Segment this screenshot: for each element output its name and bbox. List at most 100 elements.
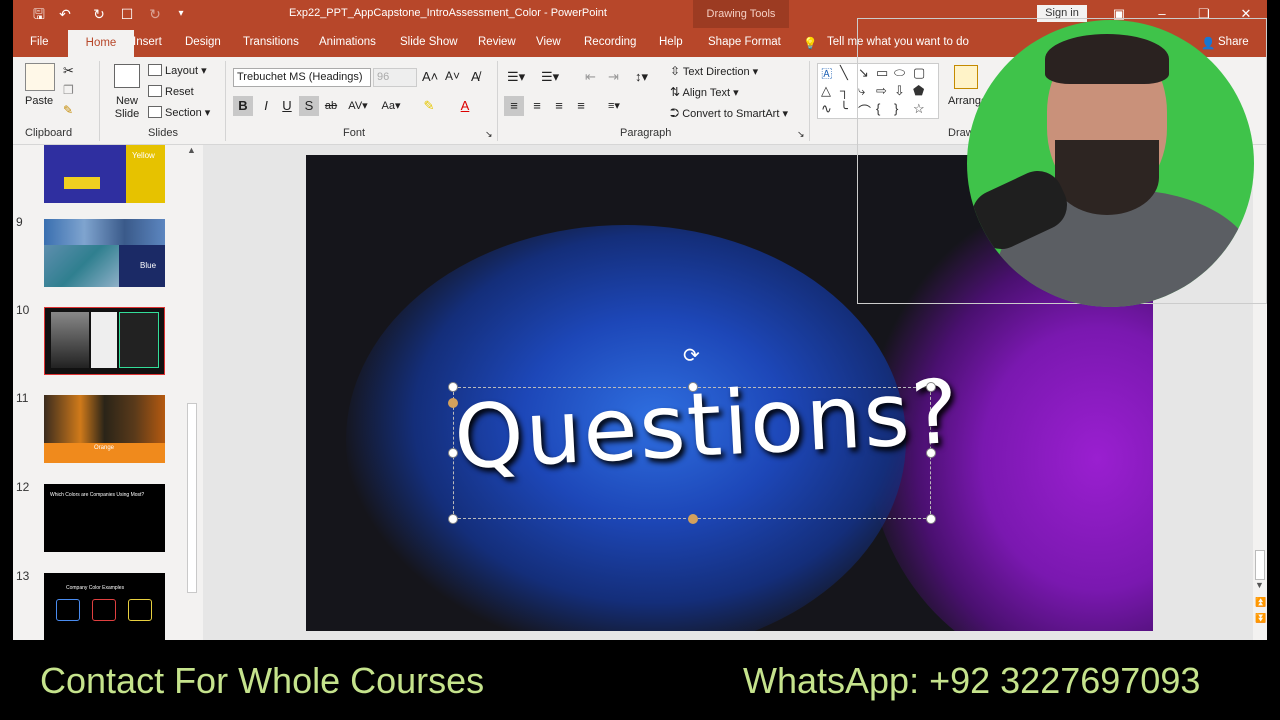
justify-icon[interactable]: ≡ (571, 96, 591, 116)
align-text-icon: ⇅ (670, 85, 681, 99)
paragraph-dialog-icon[interactable]: ↘ (797, 129, 805, 140)
align-text-label: Align Text (682, 87, 731, 99)
change-case-icon[interactable]: Aa▾ (377, 96, 405, 116)
layout-label: Layout (165, 65, 199, 77)
font-dialog-icon[interactable]: ↘ (485, 129, 493, 140)
thumb-label: Blue (140, 261, 157, 270)
clear-format-icon[interactable]: A̸ (471, 69, 480, 84)
adjust-handle[interactable] (688, 514, 698, 524)
resize-handle[interactable] (926, 514, 936, 524)
tab-shape-format[interactable]: Shape Format (708, 36, 781, 48)
resize-handle[interactable] (448, 448, 458, 458)
rotate-handle-icon[interactable]: ⟳ (683, 343, 700, 368)
divider (225, 61, 226, 141)
convert-smartart-button[interactable]: ⮊ Convert to SmartArt ▾ (670, 106, 788, 121)
thumb-box-yellow (128, 599, 152, 621)
paste-icon[interactable] (25, 63, 55, 91)
tab-help[interactable]: Help (659, 36, 683, 48)
save-icon[interactable]: 🖫 (29, 4, 49, 24)
cut-icon[interactable]: ✂ (63, 63, 74, 79)
char-spacing-icon[interactable]: AV▾ (345, 96, 371, 116)
slide-number: 13 (16, 569, 30, 583)
tab-animations[interactable]: Animations (319, 36, 376, 48)
slide-thumb-9[interactable]: Blue (44, 219, 165, 287)
text-direction-button[interactable]: ⇳ Text Direction ▾ (670, 64, 758, 78)
slides-group-label: Slides (148, 127, 178, 139)
next-slide-icon[interactable]: ⏬ (1255, 613, 1266, 624)
line-shape-icon[interactable]: ╲ (840, 65, 848, 81)
align-left-icon[interactable]: ≡ (504, 96, 524, 116)
redo-icon[interactable]: ↻ (89, 4, 109, 24)
tab-view[interactable]: View (536, 36, 561, 48)
resize-handle[interactable] (448, 514, 458, 524)
tab-file[interactable]: File (30, 36, 49, 48)
bold-icon[interactable]: B (233, 96, 253, 116)
tab-review[interactable]: Review (478, 36, 516, 48)
text-direction-icon: ⇳ (670, 64, 681, 78)
undo-icon[interactable]: ↶ (55, 4, 75, 24)
resize-handle[interactable] (926, 382, 936, 392)
copy-icon[interactable]: ❐ (63, 83, 74, 97)
font-size-box[interactable]: 96 (373, 68, 417, 87)
tab-home[interactable]: Home (68, 30, 134, 57)
connector-shape-icon[interactable]: ┐ (840, 83, 849, 98)
align-text-button[interactable]: ⇅ Align Text ▾ (670, 85, 739, 99)
font-color-icon[interactable]: A (455, 96, 475, 116)
thumb-label: Yellow (132, 151, 155, 160)
columns-icon[interactable]: ≡▾ (601, 96, 627, 116)
adjust-handle[interactable] (448, 398, 458, 408)
shadow-icon[interactable]: S (299, 96, 319, 116)
vertical-scroll-thumb[interactable] (1255, 550, 1265, 580)
divider (809, 61, 810, 141)
bent-connector-shape-icon[interactable]: ╰ (840, 101, 848, 117)
underline-icon[interactable]: U (277, 96, 297, 116)
section-button[interactable]: Section ▾ (148, 106, 210, 119)
slide-thumb-11[interactable]: Orange (44, 395, 165, 463)
smartart-icon: ⮊ (670, 106, 680, 120)
strikethrough-icon[interactable]: ab (321, 96, 341, 116)
drawing-tools-context: Drawing Tools (693, 0, 789, 28)
slide-thumb-8[interactable]: Yellow (44, 145, 165, 203)
slide-thumb-13[interactable]: Company Color Examples (44, 573, 165, 640)
font-name-box[interactable]: Trebuchet MS (Headings) (233, 68, 371, 87)
align-center-icon[interactable]: ≡ (527, 96, 547, 116)
reset-button[interactable]: Reset (148, 85, 194, 98)
textbox-shape-icon[interactable]: 🇦 (821, 65, 833, 81)
resize-handle[interactable] (688, 382, 698, 392)
scroll-up-icon[interactable]: ▲ (187, 145, 196, 155)
panel-scroll-thumb[interactable] (187, 403, 197, 593)
resize-handle[interactable] (926, 448, 936, 458)
format-painter-icon[interactable]: ✎ (63, 103, 73, 117)
tab-insert[interactable]: Insert (133, 36, 162, 48)
tab-design[interactable]: Design (185, 36, 221, 48)
triangle-shape-icon[interactable]: △ (821, 83, 831, 99)
customize-qat-icon[interactable]: ▾ (171, 4, 191, 24)
scroll-down-icon[interactable]: ▼ (1255, 580, 1264, 590)
slide-thumb-10[interactable] (44, 307, 165, 375)
new-slide-button[interactable]: New Slide (109, 95, 145, 121)
highlight-icon[interactable]: ✎ (419, 96, 439, 116)
presenter-hair (1045, 34, 1169, 84)
shrink-font-icon[interactable]: A˅ (445, 69, 460, 83)
tab-transitions[interactable]: Transitions (243, 36, 299, 48)
tab-recording[interactable]: Recording (584, 36, 636, 48)
tab-slide-show[interactable]: Slide Show (400, 36, 458, 48)
decrease-indent-icon[interactable]: ⇤ (585, 69, 596, 85)
present-icon[interactable]: ☐ (117, 4, 137, 24)
layout-button[interactable]: Layout ▾ (148, 64, 207, 77)
repeat-icon[interactable]: ↻ (145, 4, 165, 24)
prev-slide-icon[interactable]: ⏫ (1255, 597, 1266, 608)
paste-button[interactable]: Paste (25, 95, 53, 107)
align-right-icon[interactable]: ≡ (549, 96, 569, 116)
new-slide-icon[interactable] (114, 64, 140, 88)
line-spacing-icon[interactable]: ↕▾ (635, 69, 648, 85)
thumb-bw-photo-2 (91, 312, 117, 368)
increase-indent-icon[interactable]: ⇥ (608, 69, 619, 85)
grow-font-icon[interactable]: A˄ (422, 69, 438, 84)
italic-icon[interactable]: I (256, 96, 276, 116)
resize-handle[interactable] (448, 382, 458, 392)
slide-thumb-12[interactable]: Which Colors are Companies Using Most? (44, 484, 165, 552)
numbering-icon[interactable]: ☰▾ (541, 69, 559, 85)
curve-shape-icon[interactable]: ∿ (821, 101, 832, 117)
bullets-icon[interactable]: ☰▾ (507, 69, 525, 85)
